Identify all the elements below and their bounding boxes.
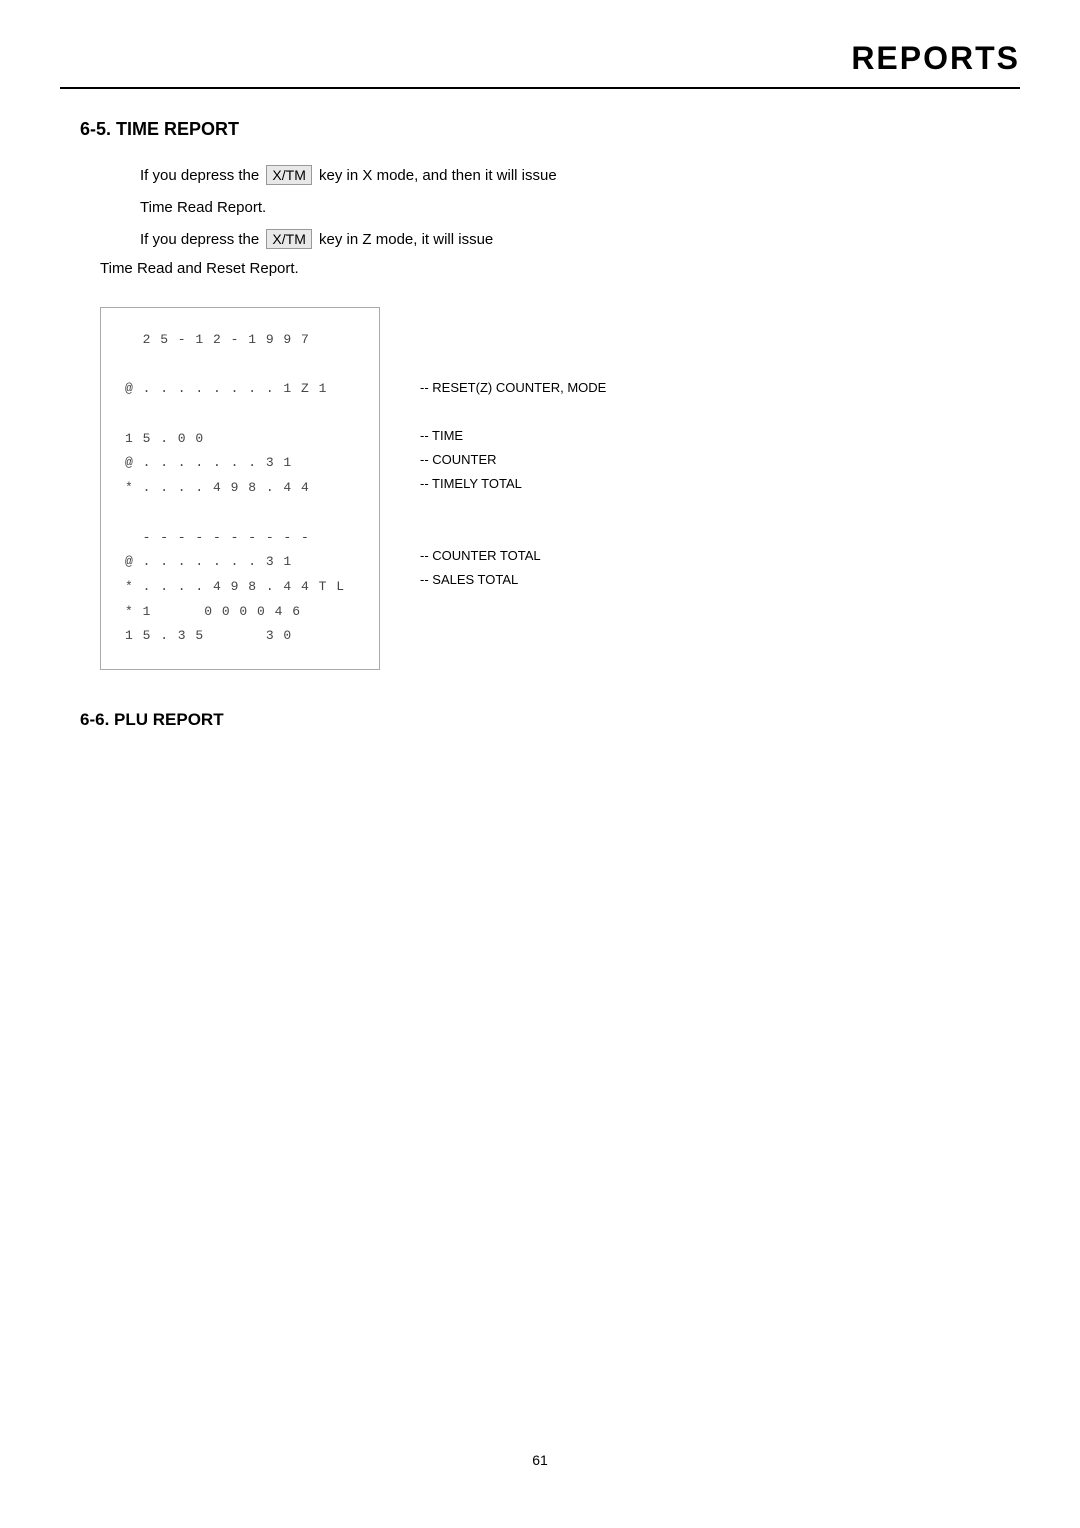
receipt-line: 1 5 . 0 0	[125, 427, 355, 452]
annotation-label: -- COUNTER TOTAL	[420, 548, 541, 563]
annotation-item: -- TIME	[420, 423, 463, 447]
annotation-item: -- COUNTER	[420, 447, 497, 471]
annotation-label: -- SALES TOTAL	[420, 572, 518, 587]
annotation-label: -- TIMELY TOTAL	[420, 476, 522, 491]
receipt-line: @ . . . . . . . 3 1	[125, 550, 355, 575]
annotation-item: -- TIMELY TOTAL	[420, 471, 522, 495]
intro-paragraph-1: If you depress the X/TM key in X mode, a…	[140, 164, 1000, 188]
intro-line2-1: Time Read Report.	[140, 196, 1000, 220]
annotation-item: -- COUNTER TOTAL	[420, 543, 541, 567]
page-title: REPORTS	[851, 40, 1020, 77]
receipt-line	[125, 402, 355, 427]
annotation-item: -- SALES TOTAL	[420, 567, 518, 591]
receipt-line: * 1 0 0 0 0 4 6	[125, 600, 355, 625]
receipt-line: 2 5 - 1 2 - 1 9 9 7	[125, 328, 355, 353]
annotation-label: -- RESET(Z) COUNTER, MODE	[420, 380, 606, 395]
receipt-line	[125, 501, 355, 526]
receipt-line: * . . . . 4 9 8 . 4 4	[125, 476, 355, 501]
intro-paragraph-2: If you depress the X/TM key in Z mode, i…	[140, 228, 1000, 252]
section-title-1: 6-5. TIME REPORT	[80, 119, 1000, 140]
receipt-line: @ . . . . . . . 3 1	[125, 451, 355, 476]
annotation-label: -- COUNTER	[420, 452, 497, 467]
content: 6-5. TIME REPORT If you depress the X/TM…	[0, 119, 1080, 730]
annotation-label: -- TIME	[420, 428, 463, 443]
intro-text-2-after: key in Z mode, it will issue	[319, 231, 493, 248]
receipt-line: @ . . . . . . . . 1 Z 1	[125, 377, 355, 402]
section-title-2: 6-6. PLU REPORT	[80, 710, 1000, 730]
receipt-line: 1 5 . 3 5 3 0	[125, 624, 355, 649]
page-number: 61	[532, 1452, 548, 1468]
receipt-line: - - - - - - - - - -	[125, 526, 355, 551]
receipt-line	[125, 353, 355, 378]
key-label-xtm-2: X/TM	[266, 229, 311, 249]
intro-text-1-before: If you depress the	[140, 167, 259, 184]
report-container: 2 5 - 1 2 - 1 9 9 7 @ . . . . . . . . 1 …	[100, 307, 1000, 670]
time-read-reset-label: Time Read and Reset Report.	[100, 260, 1000, 277]
header-divider	[60, 87, 1020, 89]
receipt-line: * . . . . 4 9 8 . 4 4 T L	[125, 575, 355, 600]
key-label-xtm-1: X/TM	[266, 165, 311, 185]
receipt-box: 2 5 - 1 2 - 1 9 9 7 @ . . . . . . . . 1 …	[100, 307, 380, 670]
page-header: REPORTS	[0, 0, 1080, 87]
annotation-item: -- RESET(Z) COUNTER, MODE	[420, 375, 606, 399]
intro-text-1-after: key in X mode, and then it will issue	[319, 167, 557, 184]
intro-text-2-before: If you depress the	[140, 231, 259, 248]
